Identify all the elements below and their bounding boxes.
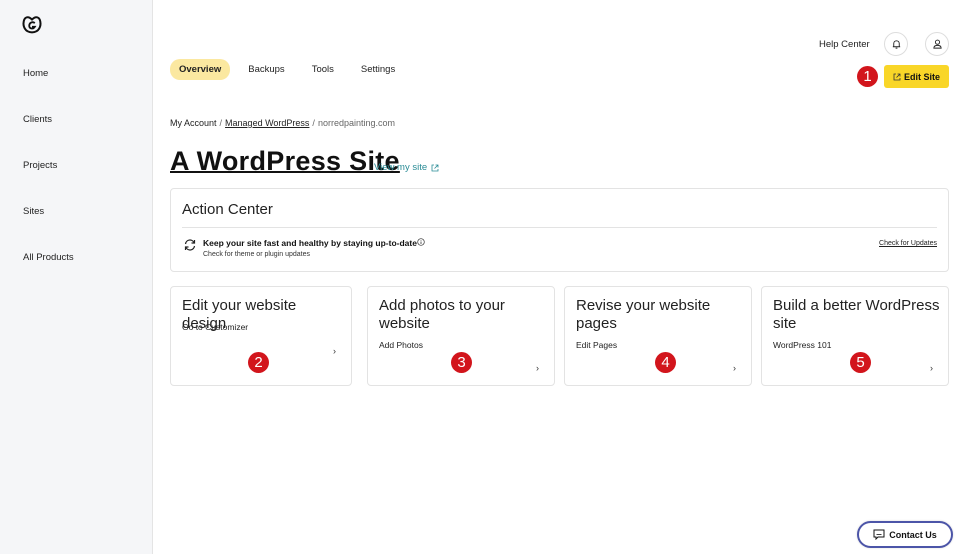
breadcrumb-my-account[interactable]: My Account — [170, 118, 217, 128]
chat-icon — [873, 529, 885, 540]
tab-backups[interactable]: Backups — [239, 59, 293, 80]
sidebar-item-home[interactable]: Home — [23, 68, 48, 79]
view-my-site-label: View my site — [374, 162, 428, 173]
edit-site-button[interactable]: Edit Site — [884, 65, 949, 88]
annotation-badge-5: 5 — [850, 352, 871, 373]
chevron-right-icon[interactable]: › — [733, 363, 736, 373]
chevron-right-icon[interactable]: › — [536, 363, 539, 373]
divider — [182, 227, 937, 228]
help-center-link[interactable]: Help Center — [819, 39, 870, 50]
external-link-icon — [893, 73, 901, 80]
annotation-badge-1: 1 — [857, 66, 878, 87]
breadcrumb-separator: / — [219, 118, 223, 128]
tab-bar: Overview Backups Tools Settings — [170, 59, 413, 80]
sidebar-item-projects[interactable]: Projects — [23, 160, 57, 171]
contact-us-label: Contact Us — [889, 529, 937, 540]
info-icon[interactable] — [417, 238, 425, 246]
task-link[interactable]: Edit Pages — [576, 340, 617, 350]
sidebar: Home Clients Projects Sites All Products — [0, 0, 153, 554]
task-card-add-photos[interactable]: Add photos to your website Add Photos 3 … — [367, 286, 555, 386]
tab-overview[interactable]: Overview — [170, 59, 231, 80]
user-icon — [932, 39, 942, 49]
chevron-right-icon[interactable]: › — [333, 346, 336, 356]
tab-settings[interactable]: Settings — [352, 59, 404, 80]
action-center-card: Action Center Keep your site fast and he… — [170, 188, 949, 272]
sidebar-item-all-products[interactable]: All Products — [23, 252, 74, 263]
contact-us-button[interactable]: Contact Us — [857, 521, 953, 548]
external-link-icon — [431, 164, 439, 171]
task-link[interactable]: Go to Customizer — [182, 322, 248, 332]
godaddy-logo-icon[interactable] — [21, 14, 43, 36]
task-title: Revise your website pages — [576, 297, 711, 332]
notifications-button[interactable] — [884, 32, 908, 56]
task-link[interactable]: Add Photos — [379, 340, 423, 350]
view-my-site-link[interactable]: View my site — [374, 162, 439, 173]
action-center-sub: Check for theme or plugin updates — [203, 251, 311, 258]
page-title[interactable]: A WordPress Site — [170, 146, 400, 177]
breadcrumb: My Account / Managed WordPress / norredpaint… — [170, 118, 395, 128]
task-card-wordpress-101[interactable]: Build a better WordPress site WordPress … — [761, 286, 949, 386]
sidebar-item-sites[interactable]: Sites — [23, 206, 44, 217]
task-title: Build a better WordPress site — [773, 297, 940, 332]
sidebar-item-clients[interactable]: Clients — [23, 114, 52, 125]
breadcrumb-managed-wordpress[interactable]: Managed WordPress — [225, 118, 309, 128]
annotation-badge-4: 4 — [655, 352, 676, 373]
task-title: Add photos to your website — [379, 297, 505, 332]
action-center-message-text: Keep your site fast and healthy by stayi… — [203, 238, 417, 248]
task-card-edit-design[interactable]: Edit your website design Go to Customize… — [170, 286, 352, 386]
annotation-badge-2: 2 — [248, 352, 269, 373]
chevron-right-icon[interactable]: › — [930, 363, 933, 373]
annotation-badge-3: 3 — [451, 352, 472, 373]
action-center-title: Action Center — [182, 201, 273, 218]
action-center-message: Keep your site fast and healthy by stayi… — [203, 238, 425, 248]
task-card-revise-pages[interactable]: Revise your website pages Edit Pages 4 › — [564, 286, 752, 386]
tab-tools[interactable]: Tools — [303, 59, 343, 80]
task-link[interactable]: WordPress 101 — [773, 340, 831, 350]
check-for-updates-link[interactable]: Check for Updates — [879, 240, 937, 247]
edit-site-label: Edit Site — [903, 71, 940, 82]
bell-icon — [892, 40, 900, 49]
refresh-icon — [184, 239, 196, 251]
main-content: Overview Backups Tools Settings Help Cen… — [153, 0, 960, 554]
breadcrumb-separator: / — [312, 118, 315, 128]
account-button[interactable] — [925, 32, 949, 56]
breadcrumb-current: norredpainting.com — [317, 118, 395, 128]
